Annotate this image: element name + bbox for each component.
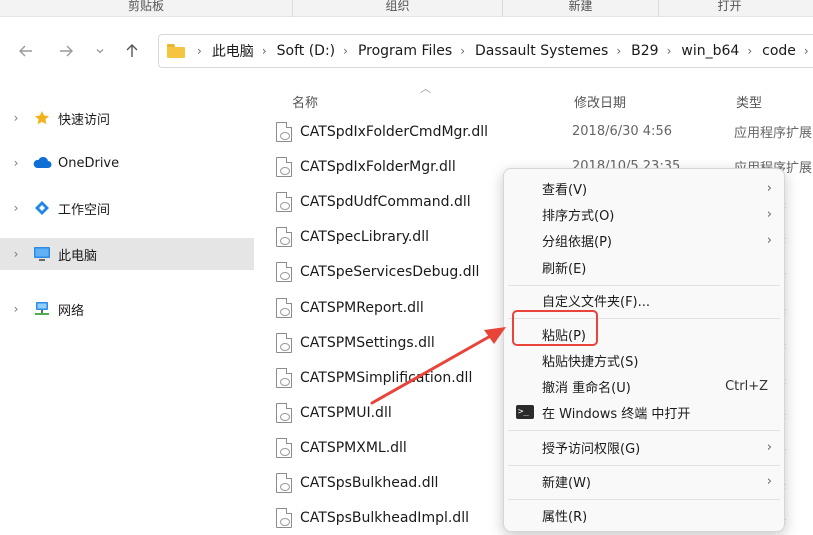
annotation-arrow <box>370 327 506 405</box>
